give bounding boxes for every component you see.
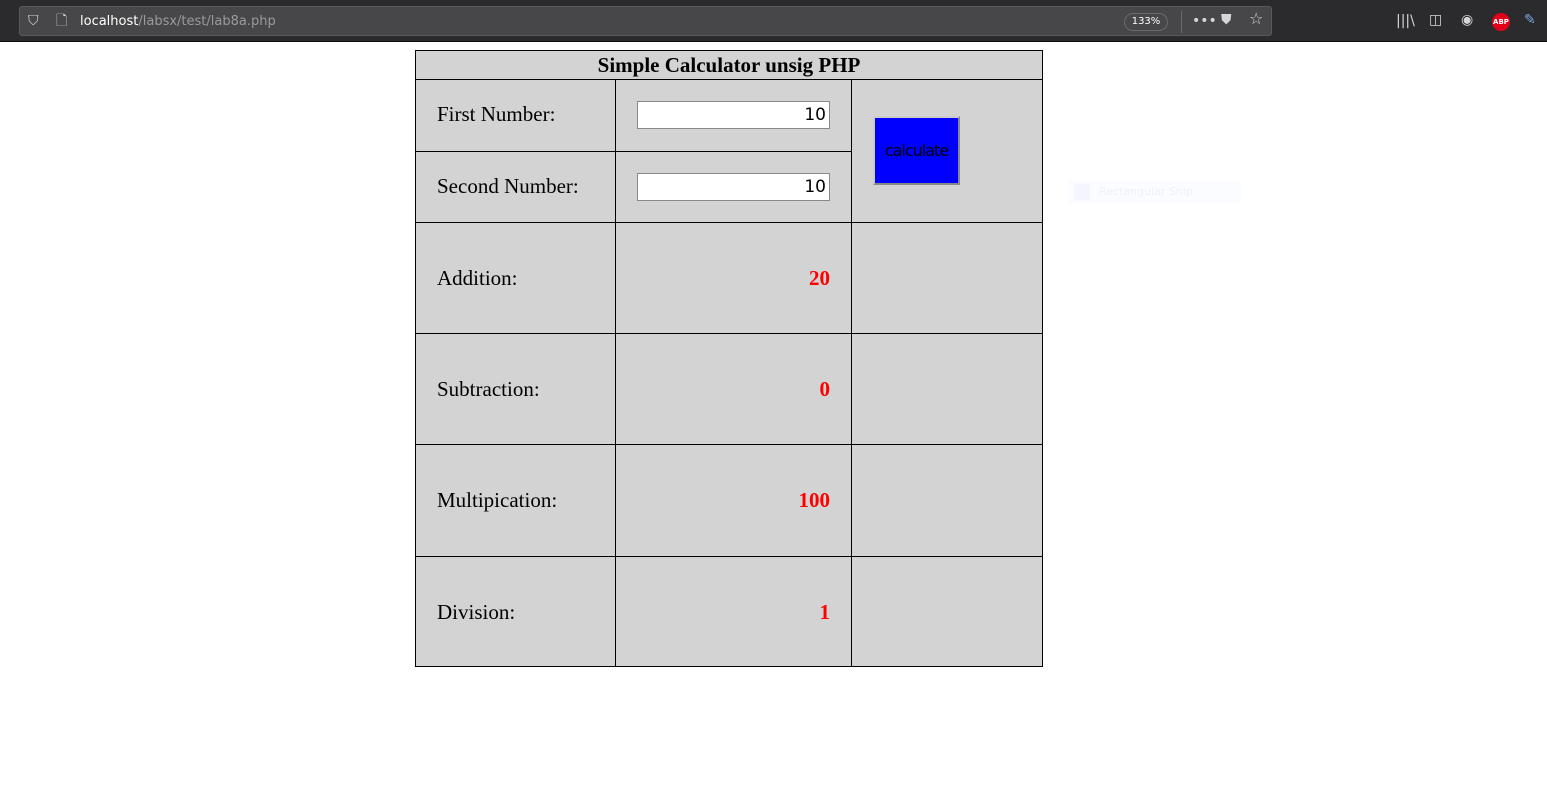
multiplication-result: 100 [798,488,831,512]
adblock-icon[interactable]: ABP [1492,13,1510,31]
first-number-label: First Number: [437,102,556,126]
second-number-label: Second Number: [437,174,579,198]
browser-toolbar: ⛉ 🗋 localhost/labsx/test/lab8a.php 133% … [0,0,1547,42]
shield-icon[interactable]: ⛉ [28,13,39,29]
subtraction-label: Subtraction: [437,377,540,401]
divider [1181,11,1182,33]
rectangular-snip-overlay: Rectangular Snip [1068,181,1241,203]
division-label: Division: [437,600,516,624]
star-icon[interactable]: ☆ [1249,11,1263,27]
division-result: 1 [819,600,831,624]
library-icon[interactable]: |||\ [1396,13,1415,29]
sidebar-icon[interactable]: ◫ [1429,12,1442,28]
url-text[interactable]: localhost/labsx/test/lab8a.php [80,14,276,29]
pocket-icon[interactable]: ⛊ [1221,12,1232,28]
second-number-input[interactable] [637,173,830,201]
addition-result: 20 [809,266,830,290]
page-title: Simple Calculator unsig PHP [597,53,861,77]
snip-icon [1074,184,1090,200]
calculate-button[interactable]: calculate [873,116,960,185]
addition-label: Addition: [437,266,518,290]
zoom-level-button[interactable]: 133% [1124,13,1168,31]
pen-icon[interactable]: ✎ [1524,12,1536,28]
multiplication-label: Multipication: [437,488,558,512]
first-number-input[interactable] [637,101,830,129]
account-icon[interactable]: ◉ [1461,12,1473,28]
subtraction-result: 0 [819,377,831,401]
more-icon[interactable]: ••• [1192,13,1217,29]
page-icon: 🗋 [56,13,68,29]
url-bar[interactable]: ⛉ 🗋 localhost/labsx/test/lab8a.php 133% … [19,6,1272,36]
